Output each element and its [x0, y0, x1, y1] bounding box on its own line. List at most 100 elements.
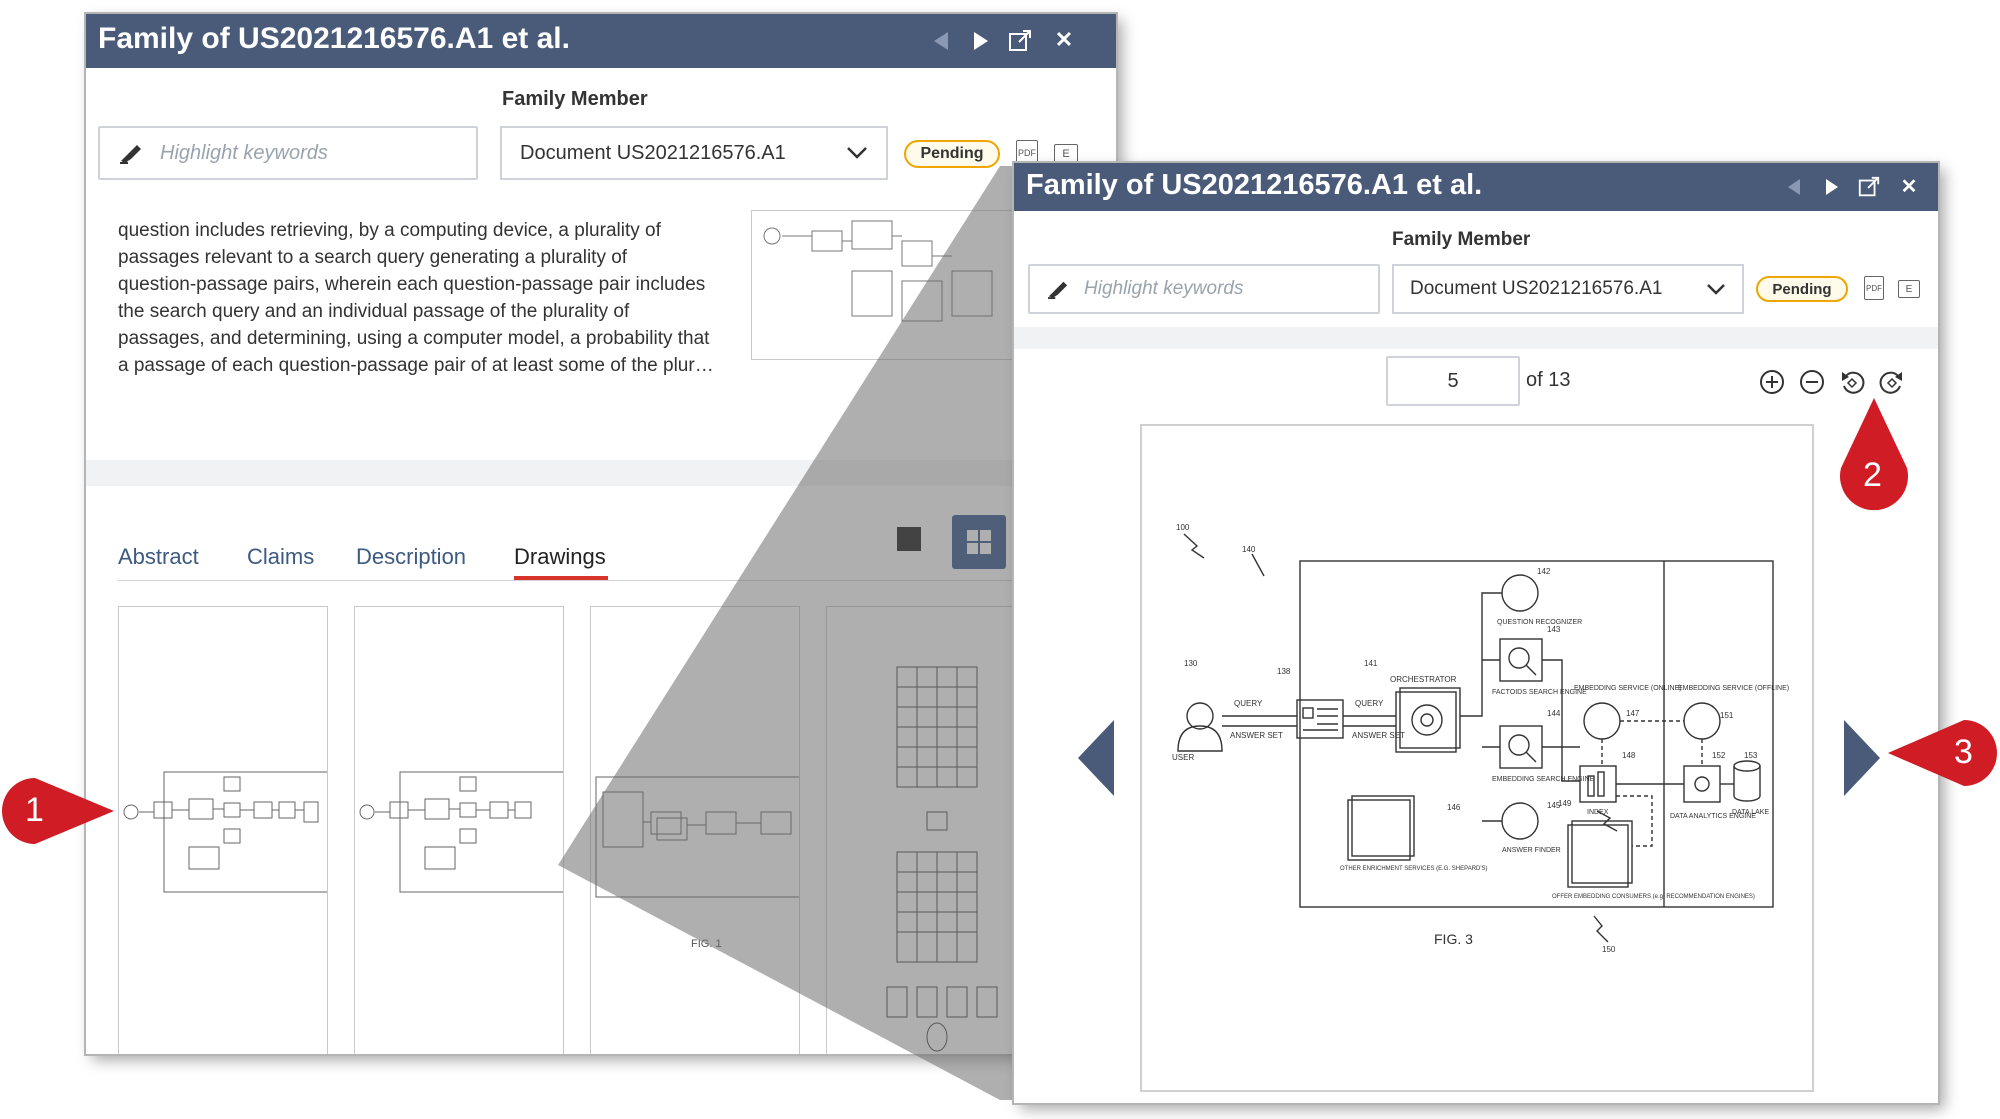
drawing-label-query: QUERY [1355, 699, 1384, 708]
drawing-thumbnail-4[interactable] [826, 606, 1036, 1054]
drawing-ref: 150 [1602, 945, 1616, 954]
drawing-label-answer-set: ANSWER SET [1230, 731, 1283, 740]
tab-claims[interactable]: Claims [247, 544, 314, 570]
export-e-icon[interactable]: E [1898, 280, 1920, 298]
abstract-line: question-passage pairs, wherein each que… [118, 274, 706, 295]
abstract-line: passages, and determining, using a compu… [118, 328, 710, 349]
drawing-thumbnail-1[interactable] [118, 606, 328, 1054]
drawing-label-offer-embedding: OFFER EMBEDDING CONSUMERS (e.g. RECOMMEN… [1552, 894, 1755, 900]
drawing-ref: 100 [1176, 523, 1190, 532]
document-select[interactable]: Document US2021216576.A1 [1392, 264, 1744, 314]
drawing-label-query: QUERY [1234, 699, 1263, 708]
callout-marker-number: 3 [1954, 733, 1973, 771]
drawing-ref: 143 [1547, 625, 1561, 634]
abstract-text: question includes retrieving, by a compu… [118, 217, 718, 379]
highlight-keywords-input[interactable]: Highlight keywords [1028, 264, 1380, 314]
tab-drawings[interactable]: Drawings [514, 544, 606, 570]
tabs-divider [118, 580, 1078, 581]
grid-icon [967, 530, 991, 554]
drawing-ref: 141 [1364, 659, 1378, 668]
highlight-placeholder: Highlight keywords [160, 141, 328, 164]
callout-marker-number: 2 [1863, 456, 1882, 494]
drawing-ref: 149 [1558, 799, 1572, 808]
drawing-ref: 130 [1184, 659, 1198, 668]
family-member-label: Family Member [1392, 229, 1531, 250]
drawing-label-embedding-search: EMBEDDING SEARCH ENGINE [1492, 776, 1595, 783]
zoom-in-icon[interactable] [1758, 368, 1786, 396]
drawing-ref: 142 [1537, 567, 1551, 576]
export-e-icon[interactable]: E [1054, 144, 1078, 164]
thumbnail-fig-caption: FIG. 1 [691, 938, 722, 950]
open-external-icon[interactable] [1006, 27, 1034, 55]
next-arrow-icon[interactable] [968, 28, 994, 54]
tab-abstract[interactable]: Abstract [118, 544, 199, 570]
document-select-value: Document US2021216576.A1 [520, 141, 786, 164]
abstract-drawing-thumbnail[interactable] [751, 210, 1031, 360]
next-page-arrow[interactable] [1842, 718, 1882, 798]
left-panel-title: Family of US2021216576.A1 et al. [98, 22, 570, 55]
abstract-line: question includes retrieving, by a compu… [118, 220, 661, 241]
chevron-down-icon [1707, 284, 1725, 295]
highlighter-icon [118, 142, 144, 164]
drawing-ref: 147 [1626, 709, 1640, 718]
callout-marker-2: 2 [1837, 398, 1911, 512]
drawing-ref: 140 [1242, 545, 1256, 554]
zoom-out-icon[interactable] [1798, 368, 1826, 396]
right-titlebar: Family of US2021216576.A1 et al. ✕ [1014, 163, 1938, 211]
drawing-label-answer-set: ANSWER SET [1352, 731, 1405, 740]
right-family-panel: Family of US2021216576.A1 et al. ✕ Famil… [1014, 163, 1938, 1103]
highlight-keywords-input[interactable]: Highlight keywords [98, 126, 478, 180]
drawing-ref: 153 [1744, 751, 1758, 760]
status-badge: Pending [1756, 276, 1848, 302]
drawing-ref: 152 [1712, 751, 1726, 760]
callout-marker-number: 1 [25, 791, 44, 829]
pdf-icon[interactable]: PDF [1864, 276, 1884, 300]
drawing-label-data-lake: DATA LAKE [1732, 809, 1769, 816]
highlighter-icon [1046, 279, 1070, 299]
drawing-label-index: INDEX [1587, 809, 1609, 816]
page-number-input[interactable]: 5 [1386, 356, 1520, 406]
drawing-label-embedding-online: EMBEDDING SERVICE (ONLINE) [1574, 685, 1682, 692]
callout-marker-1: 1 [0, 776, 116, 846]
drawing-ref: 138 [1277, 667, 1291, 676]
page-number-value: 5 [1447, 369, 1459, 392]
previous-page-arrow[interactable] [1076, 718, 1116, 798]
drawing-label-user: USER [1172, 753, 1194, 762]
previous-arrow-icon[interactable] [1782, 175, 1806, 199]
abstract-line: passages relevant to a search query gene… [118, 247, 628, 268]
drawing-fig-caption: FIG. 3 [1434, 931, 1473, 947]
content-separator [86, 460, 1116, 486]
family-member-label: Family Member [502, 88, 648, 110]
close-icon[interactable]: ✕ [1050, 26, 1078, 54]
callout-marker-3: 3 [1886, 718, 1998, 788]
rotate-left-icon[interactable] [1838, 368, 1866, 396]
rotate-right-icon[interactable] [1878, 368, 1906, 396]
grid-view-button[interactable] [952, 515, 1006, 569]
abstract-line: the search query and an individual passa… [118, 301, 630, 322]
drawing-label-factoids: FACTOIDS SEARCH ENGINE [1492, 689, 1587, 696]
drawing-ref: 144 [1547, 709, 1561, 718]
viewer-separator [1014, 327, 1938, 349]
chevron-down-icon [847, 147, 867, 159]
right-panel-title: Family of US2021216576.A1 et al. [1026, 169, 1483, 201]
single-view-icon[interactable] [897, 527, 921, 551]
drawing-label-orchestrator: ORCHESTRATOR [1390, 675, 1457, 684]
document-select[interactable]: Document US2021216576.A1 [500, 126, 888, 180]
open-external-icon[interactable] [1856, 174, 1882, 200]
drawing-thumbnail-3[interactable]: FIG. 1 [590, 606, 800, 1054]
abstract-line: a passage of each question-passage pair … [118, 355, 714, 376]
drawing-thumbnail-2[interactable] [354, 606, 564, 1054]
close-icon[interactable]: ✕ [1896, 173, 1922, 199]
page-total: of 13 [1526, 369, 1571, 391]
drawing-label-embedding-offline: EMBEDDING SERVICE (OFFLINE) [1678, 685, 1789, 692]
drawing-page: USER QUERY ANSWER SET QUERY ANSWER SET O… [1140, 424, 1814, 1092]
left-titlebar: Family of US2021216576.A1 et al. ✕ [86, 14, 1116, 68]
drawing-ref: 151 [1720, 711, 1734, 720]
next-arrow-icon[interactable] [1820, 175, 1844, 199]
drawing-label-question-recognizer: QUESTION RECOGNIZER [1497, 619, 1582, 626]
tab-description[interactable]: Description [356, 544, 466, 570]
previous-arrow-icon[interactable] [928, 28, 954, 54]
document-select-value: Document US2021216576.A1 [1410, 278, 1663, 299]
drawing-ref: 146 [1447, 803, 1461, 812]
status-badge: Pending [904, 140, 1000, 168]
